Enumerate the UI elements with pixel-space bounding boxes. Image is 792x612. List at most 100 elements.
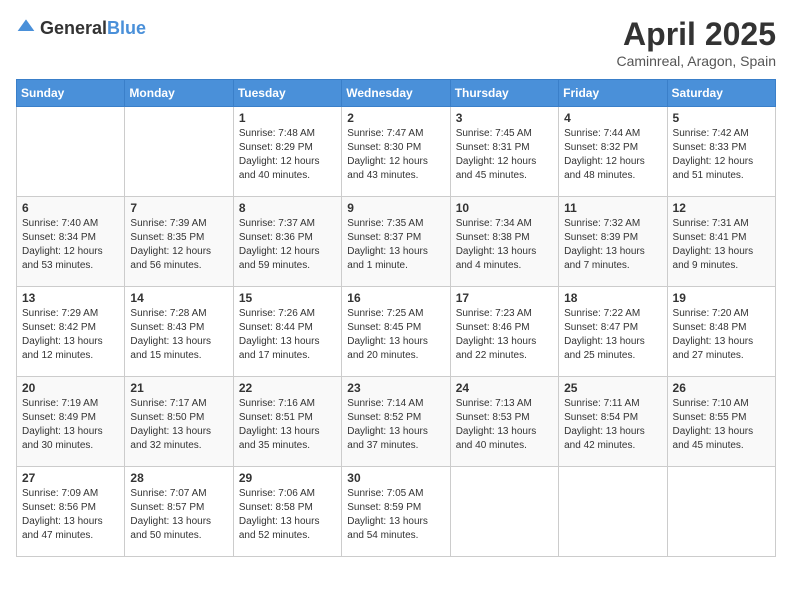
calendar-cell: 9 Sunrise: 7:35 AMSunset: 8:37 PMDaylight… [342,197,450,287]
calendar-cell: 19 Sunrise: 7:20 AMSunset: 8:48 PMDayligh… [667,287,775,377]
day-number: 4 [564,111,661,125]
day-number: 10 [456,201,553,215]
calendar-cell [17,107,125,197]
calendar-cell [667,467,775,557]
calendar-cell: 8 Sunrise: 7:37 AMSunset: 8:36 PMDaylight… [233,197,341,287]
day-info: Sunrise: 7:39 AMSunset: 8:35 PMDaylight:… [130,217,227,273]
calendar-week-row: 6 Sunrise: 7:40 AMSunset: 8:34 PMDaylight… [17,197,776,287]
calendar-cell: 13 Sunrise: 7:29 AMSunset: 8:42 PMDayligh… [17,287,125,377]
day-info: Sunrise: 7:14 AMSunset: 8:52 PMDaylight:… [347,397,444,453]
weekday-header: Monday [125,80,233,107]
calendar-table: SundayMondayTuesdayWednesdayThursdayFrid… [16,79,776,557]
day-number: 29 [239,471,336,485]
day-info: Sunrise: 7:20 AMSunset: 8:48 PMDaylight:… [673,307,770,363]
day-info: Sunrise: 7:13 AMSunset: 8:53 PMDaylight:… [456,397,553,453]
calendar-cell: 18 Sunrise: 7:22 AMSunset: 8:47 PMDayligh… [559,287,667,377]
day-info: Sunrise: 7:10 AMSunset: 8:55 PMDaylight:… [673,397,770,453]
day-number: 17 [456,291,553,305]
day-number: 12 [673,201,770,215]
day-number: 5 [673,111,770,125]
day-info: Sunrise: 7:47 AMSunset: 8:30 PMDaylight:… [347,127,444,183]
calendar-cell: 7 Sunrise: 7:39 AMSunset: 8:35 PMDaylight… [125,197,233,287]
calendar-cell: 4 Sunrise: 7:44 AMSunset: 8:32 PMDaylight… [559,107,667,197]
calendar-week-row: 13 Sunrise: 7:29 AMSunset: 8:42 PMDayligh… [17,287,776,377]
calendar-cell: 26 Sunrise: 7:10 AMSunset: 8:55 PMDayligh… [667,377,775,467]
day-number: 18 [564,291,661,305]
calendar-cell: 6 Sunrise: 7:40 AMSunset: 8:34 PMDaylight… [17,197,125,287]
calendar-cell: 20 Sunrise: 7:19 AMSunset: 8:49 PMDayligh… [17,377,125,467]
day-info: Sunrise: 7:16 AMSunset: 8:51 PMDaylight:… [239,397,336,453]
calendar-cell: 5 Sunrise: 7:42 AMSunset: 8:33 PMDaylight… [667,107,775,197]
day-info: Sunrise: 7:22 AMSunset: 8:47 PMDaylight:… [564,307,661,363]
day-info: Sunrise: 7:11 AMSunset: 8:54 PMDaylight:… [564,397,661,453]
weekday-header: Saturday [667,80,775,107]
day-number: 9 [347,201,444,215]
page-title: April 2025 [616,16,776,53]
day-number: 13 [22,291,119,305]
day-info: Sunrise: 7:45 AMSunset: 8:31 PMDaylight:… [456,127,553,183]
calendar-cell: 28Sunrise: 7:07 AMSunset: 8:57 PMDayligh… [125,467,233,557]
calendar-cell [450,467,558,557]
calendar-week-row: 27Sunrise: 7:09 AMSunset: 8:56 PMDayligh… [17,467,776,557]
day-info: Sunrise: 7:28 AMSunset: 8:43 PMDaylight:… [130,307,227,363]
day-info: Sunrise: 7:35 AMSunset: 8:37 PMDaylight:… [347,217,444,273]
day-info: Sunrise: 7:23 AMSunset: 8:46 PMDaylight:… [456,307,553,363]
day-number: 21 [130,381,227,395]
calendar-cell: 14 Sunrise: 7:28 AMSunset: 8:43 PMDayligh… [125,287,233,377]
calendar-cell: 2Sunrise: 7:47 AMSunset: 8:30 PMDaylight… [342,107,450,197]
day-number: 16 [347,291,444,305]
day-number: 23 [347,381,444,395]
logo: GeneralBlue [16,16,146,41]
day-info: Sunrise: 7:29 AMSunset: 8:42 PMDaylight:… [22,307,119,363]
calendar-header-row: SundayMondayTuesdayWednesdayThursdayFrid… [17,80,776,107]
day-info: Sunrise: 7:26 AMSunset: 8:44 PMDaylight:… [239,307,336,363]
day-number: 6 [22,201,119,215]
calendar-cell: 23 Sunrise: 7:14 AMSunset: 8:52 PMDayligh… [342,377,450,467]
day-number: 15 [239,291,336,305]
day-info: Sunrise: 7:40 AMSunset: 8:34 PMDaylight:… [22,217,119,273]
calendar-cell: 1 Sunrise: 7:48 AMSunset: 8:29 PMDaylight… [233,107,341,197]
day-info: Sunrise: 7:32 AMSunset: 8:39 PMDaylight:… [564,217,661,273]
title-area: April 2025 Caminreal, Aragon, Spain [616,16,776,69]
day-number: 27 [22,471,119,485]
day-info: Sunrise: 7:42 AMSunset: 8:33 PMDaylight:… [673,127,770,183]
day-number: 22 [239,381,336,395]
calendar-cell: 22 Sunrise: 7:16 AMSunset: 8:51 PMDayligh… [233,377,341,467]
day-number: 26 [673,381,770,395]
day-number: 3 [456,111,553,125]
calendar-cell [125,107,233,197]
day-number: 14 [130,291,227,305]
header: GeneralBlue April 2025 Caminreal, Aragon… [16,16,776,69]
day-number: 25 [564,381,661,395]
calendar-cell: 30 Sunrise: 7:05 AMSunset: 8:59 PMDayligh… [342,467,450,557]
day-info: Sunrise: 7:48 AMSunset: 8:29 PMDaylight:… [239,127,336,183]
day-info: Sunrise: 7:19 AMSunset: 8:49 PMDaylight:… [22,397,119,453]
weekday-header: Thursday [450,80,558,107]
day-number: 8 [239,201,336,215]
calendar-cell: 27Sunrise: 7:09 AMSunset: 8:56 PMDayligh… [17,467,125,557]
calendar-week-row: 1 Sunrise: 7:48 AMSunset: 8:29 PMDaylight… [17,107,776,197]
day-info: Sunrise: 7:37 AMSunset: 8:36 PMDaylight:… [239,217,336,273]
weekday-header: Friday [559,80,667,107]
day-info: Sunrise: 7:34 AMSunset: 8:38 PMDaylight:… [456,217,553,273]
calendar-cell: 29Sunrise: 7:06 AMSunset: 8:58 PMDayligh… [233,467,341,557]
day-number: 1 [239,111,336,125]
day-info: Sunrise: 7:44 AMSunset: 8:32 PMDaylight:… [564,127,661,183]
day-number: 19 [673,291,770,305]
calendar-cell: 21Sunrise: 7:17 AMSunset: 8:50 PMDayligh… [125,377,233,467]
day-info: Sunrise: 7:25 AMSunset: 8:45 PMDaylight:… [347,307,444,363]
weekday-header: Tuesday [233,80,341,107]
weekday-header: Wednesday [342,80,450,107]
day-number: 20 [22,381,119,395]
day-number: 24 [456,381,553,395]
calendar-cell: 10 Sunrise: 7:34 AMSunset: 8:38 PMDayligh… [450,197,558,287]
weekday-header: Sunday [17,80,125,107]
day-number: 7 [130,201,227,215]
calendar-cell: 24 Sunrise: 7:13 AMSunset: 8:53 PMDayligh… [450,377,558,467]
day-info: Sunrise: 7:05 AMSunset: 8:59 PMDaylight:… [347,487,444,543]
day-info: Sunrise: 7:07 AMSunset: 8:57 PMDaylight:… [130,487,227,543]
calendar-cell: 16 Sunrise: 7:25 AMSunset: 8:45 PMDayligh… [342,287,450,377]
logo-general: General [40,18,107,38]
day-number: 30 [347,471,444,485]
calendar-cell: 11Sunrise: 7:32 AMSunset: 8:39 PMDayligh… [559,197,667,287]
